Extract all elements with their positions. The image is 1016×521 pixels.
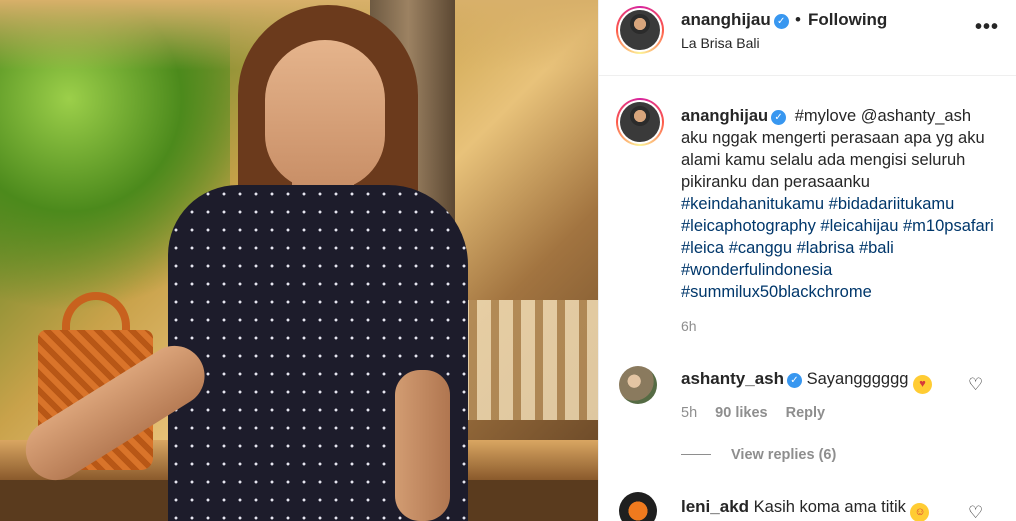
post-header: ananghijau ✓ • Following La Brisa Bali ••…: [599, 0, 1016, 76]
author-username[interactable]: ananghijau ✓: [681, 10, 789, 30]
caption-hashtags[interactable]: #keindahanitukamu #bidadariitukamu #leic…: [681, 195, 994, 301]
caption-author-avatar[interactable]: [616, 98, 664, 146]
verified-icon: ✓: [771, 110, 787, 125]
like-comment-heart-icon[interactable]: ♡: [968, 503, 983, 521]
location-link[interactable]: La Brisa Bali: [681, 35, 760, 51]
comment-likes[interactable]: 90 likes: [715, 405, 767, 421]
comment-time[interactable]: 5h: [681, 405, 697, 421]
divider-line: [681, 454, 711, 455]
heart-eyes-emoji-icon: ♥: [913, 375, 933, 394]
comment-username[interactable]: ashanty_ash ✓: [681, 369, 802, 388]
grinning-sweat-emoji-icon: ☺: [910, 503, 930, 521]
comment-text: Sayangggggg: [806, 370, 909, 388]
comment-text: Kasih koma ama titik: [753, 498, 906, 516]
comment-item: leni_akd Kasih koma ama titik ☺: [681, 497, 930, 521]
comment-avatar[interactable]: [619, 492, 657, 521]
verified-icon: ✓: [787, 373, 802, 388]
comment-meta: 5h 90 likes Reply: [681, 405, 839, 421]
comment-item: ashanty_ash ✓ Sayangggggg ♥: [681, 369, 933, 394]
caption-username[interactable]: ananghijau ✓: [681, 107, 787, 125]
author-avatar[interactable]: [616, 6, 664, 54]
post-caption: ananghijau ✓ #mylove @ashanty_ash aku ngg…: [681, 105, 996, 303]
reply-button[interactable]: Reply: [786, 405, 826, 421]
comment-username[interactable]: leni_akd: [681, 497, 749, 516]
comment-avatar[interactable]: [619, 366, 657, 404]
post-timestamp[interactable]: 6h: [681, 318, 697, 334]
verified-icon: ✓: [773, 14, 789, 29]
like-comment-heart-icon[interactable]: ♡: [968, 375, 983, 395]
separator-dot: •: [795, 10, 801, 29]
more-options-icon[interactable]: •••: [975, 16, 999, 39]
following-button[interactable]: Following: [808, 10, 887, 30]
post-side-panel: ananghijau ✓ • Following La Brisa Bali ••…: [598, 0, 1016, 521]
post-photo[interactable]: [0, 0, 598, 521]
view-replies-button[interactable]: View replies (6): [681, 447, 836, 463]
